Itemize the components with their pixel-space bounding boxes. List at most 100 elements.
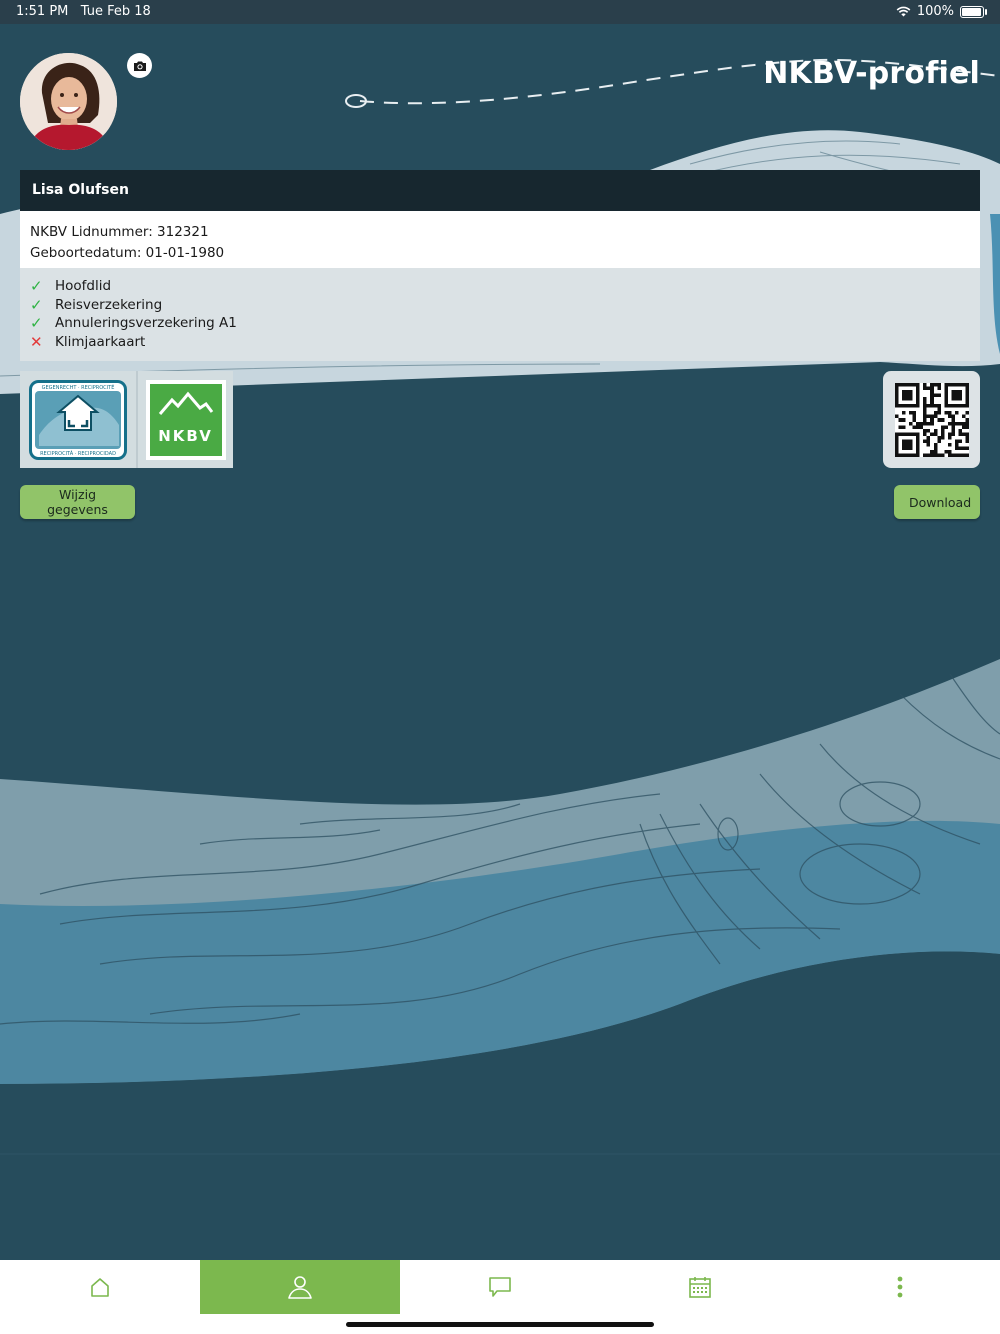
qr-module — [926, 442, 930, 446]
qr-module — [908, 410, 913, 415]
qr-module — [936, 382, 941, 387]
qr-module — [936, 410, 941, 415]
member-number: NKBV Lidnummer: 312321 — [30, 224, 209, 240]
qr-module — [964, 452, 969, 457]
qr-module — [926, 435, 930, 439]
page-title: NKBV-profiel — [763, 56, 980, 91]
qr-module — [926, 403, 930, 408]
qr-module — [901, 424, 906, 429]
qr-module — [915, 421, 920, 425]
nkbv-logo-text: NKBV — [158, 426, 213, 445]
qr-module — [929, 386, 934, 390]
qr-module — [947, 452, 951, 457]
qr-module — [929, 403, 934, 408]
qr-module — [961, 431, 965, 436]
qr-module — [901, 438, 913, 450]
avatar[interactable] — [20, 53, 117, 150]
membership-label: Hoofdlid — [55, 278, 112, 295]
cross-icon: ✕ — [30, 332, 43, 351]
qr-module — [908, 421, 913, 425]
home-icon — [91, 1278, 109, 1297]
membership-list: ✓ Hoofdlid ✓ Reisverzekering ✓ Annulerin… — [20, 268, 980, 361]
qr-module — [929, 396, 934, 401]
qr-module — [950, 452, 955, 457]
membership-item: ✕ Klimjaarkaart — [30, 333, 970, 352]
status-right: 100% — [896, 4, 987, 19]
qr-module — [898, 424, 902, 429]
profile-icon — [288, 1276, 312, 1299]
qr-module — [943, 449, 948, 453]
qr-module — [915, 424, 920, 429]
membership-item: ✓ Reisverzekering — [30, 296, 970, 315]
qr-module — [901, 417, 906, 422]
membership-label: Annuleringsverzekering A1 — [55, 315, 237, 332]
tab-profile[interactable] — [200, 1260, 400, 1314]
qr-module — [957, 431, 962, 436]
qr-module — [950, 428, 955, 432]
edit-details-button[interactable]: Wijzig gegevens — [20, 485, 135, 519]
qr-module — [964, 424, 969, 429]
more-icon — [897, 1276, 903, 1298]
qr-module — [922, 438, 927, 443]
qr-module — [964, 421, 969, 425]
qr-module — [957, 421, 962, 425]
download-button[interactable]: Download — [894, 485, 980, 519]
status-time: 1:51 PM Tue Feb 18 — [16, 4, 151, 19]
membership-item: ✓ Hoofdlid — [30, 277, 970, 296]
qr-module — [940, 417, 944, 422]
check-icon: ✓ — [30, 277, 43, 296]
qr-module — [922, 382, 927, 387]
qr-module — [933, 449, 937, 453]
qr-module — [929, 417, 934, 422]
qr-module — [922, 410, 927, 415]
membership-label: Klimjaarkaart — [55, 333, 146, 350]
qr-module — [947, 449, 951, 453]
qr-module — [926, 421, 930, 425]
battery-fill — [962, 7, 981, 16]
member-info: NKBV Lidnummer: 312321 Geboortedatum: 01… — [20, 211, 980, 268]
tab-messages[interactable] — [400, 1260, 600, 1314]
qr-module — [922, 407, 927, 411]
qr-module — [940, 431, 944, 436]
qr-module — [898, 417, 902, 422]
qr-module — [922, 403, 927, 408]
camera-icon — [133, 61, 146, 71]
qr-module — [950, 389, 962, 401]
qr-module — [936, 393, 941, 397]
qr-module — [940, 428, 944, 432]
qr-module — [933, 410, 937, 415]
qr-module — [950, 414, 955, 418]
reciprocity-logo: GEGENRECHT · RECIPROCITÉ RECIPROCITÀ · R… — [20, 371, 136, 468]
qr-module — [947, 421, 951, 425]
qr-module — [919, 421, 923, 425]
qr-module — [901, 389, 913, 401]
tab-calendar[interactable] — [600, 1260, 800, 1314]
tab-more[interactable] — [800, 1260, 1000, 1314]
change-photo-button[interactable] — [127, 53, 152, 78]
reciprocity-emblem: GEGENRECHT · RECIPROCITÉ RECIPROCITÀ · R… — [29, 379, 127, 460]
qr-module — [954, 442, 958, 446]
membership-label: Reisverzekering — [55, 296, 163, 313]
tab-home[interactable] — [0, 1260, 200, 1314]
qr-module — [943, 424, 948, 429]
qr-module — [901, 410, 906, 415]
qr-code[interactable] — [883, 371, 980, 468]
qr-module — [933, 431, 937, 436]
qr-module — [922, 417, 927, 422]
qr-module — [961, 452, 965, 457]
check-icon: ✓ — [30, 295, 43, 314]
qr-module — [957, 428, 962, 432]
qr-module — [929, 382, 934, 387]
chat-icon — [489, 1277, 511, 1297]
qr-module — [929, 400, 934, 404]
qr-module — [936, 417, 941, 422]
qr-module — [947, 442, 951, 446]
qr-module — [933, 428, 937, 432]
qr-module — [950, 431, 955, 436]
qr-module — [926, 438, 930, 443]
qr-module — [947, 431, 951, 436]
battery-icon — [960, 5, 987, 18]
qr-module — [950, 417, 955, 422]
qr-code-image — [894, 382, 969, 457]
qr-module — [961, 424, 965, 429]
